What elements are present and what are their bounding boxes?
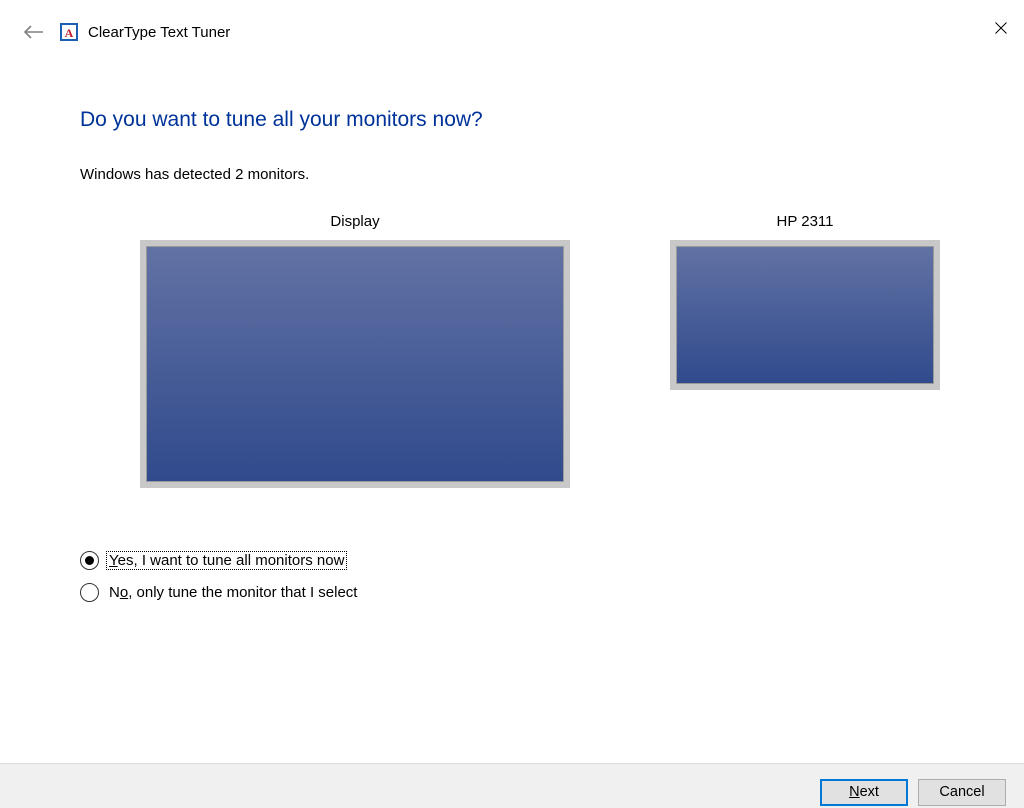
monitor-icon: [670, 240, 940, 390]
radio-icon: [80, 583, 99, 602]
option-yes-label: Yes, I want to tune all monitors now: [107, 552, 346, 569]
option-no[interactable]: No, only tune the monitor that I select: [80, 578, 944, 606]
monitor-label: Display: [330, 213, 379, 230]
option-yes[interactable]: Yes, I want to tune all monitors now: [80, 546, 944, 574]
monitor-label: HP 2311: [777, 213, 834, 230]
page-heading: Do you want to tune all your monitors no…: [80, 108, 944, 132]
cancel-button[interactable]: Cancel: [918, 779, 1006, 806]
radio-icon: [80, 551, 99, 570]
header: A ClearType Text Tuner: [0, 12, 1024, 52]
app-icon: A: [60, 23, 78, 41]
option-no-label: No, only tune the monitor that I select: [107, 584, 359, 601]
footer: Next Cancel: [0, 763, 1024, 808]
monitor-primary[interactable]: Display: [140, 213, 570, 488]
monitors-row: Display HP 2311: [140, 213, 944, 488]
next-button[interactable]: Next: [820, 779, 908, 806]
wizard-window: A ClearType Text Tuner Do you want to tu…: [0, 12, 1024, 808]
svg-text:A: A: [65, 26, 74, 40]
back-button[interactable]: [22, 20, 46, 44]
monitor-icon: [140, 240, 570, 488]
back-arrow-icon: [23, 24, 45, 40]
app-title: ClearType Text Tuner: [88, 24, 230, 41]
tune-options: Yes, I want to tune all monitors now No,…: [80, 546, 944, 606]
monitor-secondary[interactable]: HP 2311: [670, 213, 940, 390]
content-area: Do you want to tune all your monitors no…: [0, 52, 1024, 606]
detected-text: Windows has detected 2 monitors.: [80, 166, 944, 183]
close-button[interactable]: [978, 12, 1024, 44]
close-icon: [995, 22, 1007, 34]
